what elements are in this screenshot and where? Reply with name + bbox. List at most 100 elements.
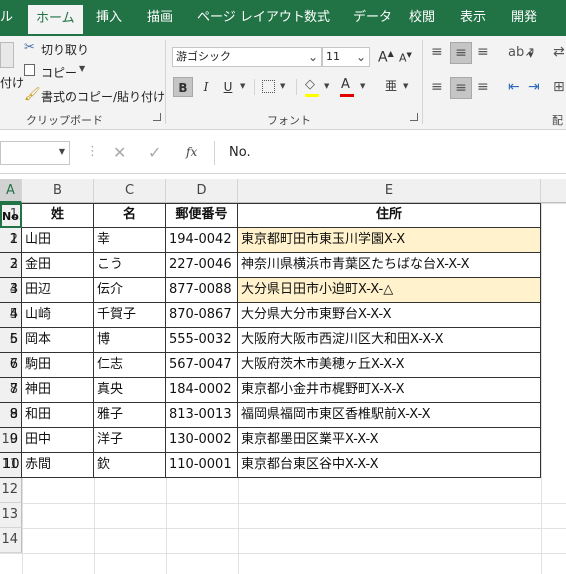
font-color-icon[interactable]: A	[341, 77, 350, 92]
italic-button[interactable]: I	[196, 77, 216, 97]
cell-sei[interactable]: 山崎	[22, 303, 94, 328]
cell-no[interactable]: 1	[0, 228, 22, 253]
align-middle-icon[interactable]: ≡	[450, 42, 472, 64]
tab-draw[interactable]: 描画	[147, 0, 173, 36]
cell-zip[interactable]: 813-0013	[166, 403, 238, 428]
cell-zip[interactable]: 567-0047	[166, 353, 238, 378]
cell-mei[interactable]: 真央	[94, 378, 166, 403]
cell-address[interactable]: 大分県大分市東野台X-X-X	[238, 303, 541, 328]
cell-mei[interactable]: 幸	[94, 228, 166, 253]
column-header-a[interactable]: A	[0, 179, 22, 203]
decrease-indent-icon[interactable]: ⇤	[508, 79, 520, 95]
cell-sei[interactable]: 赤間	[22, 453, 94, 478]
cell-no[interactable]: 5	[0, 328, 22, 353]
cell-no[interactable]: 2	[0, 253, 22, 278]
paste-button-label[interactable]: 付け	[0, 74, 24, 91]
tab-data[interactable]: データ	[353, 0, 392, 36]
cell-sei[interactable]: 駒田	[22, 353, 94, 378]
cell-sei[interactable]: 山田	[22, 228, 94, 253]
copy-dropdown-icon[interactable]: ▼	[79, 64, 85, 73]
cell-no[interactable]: 3	[0, 278, 22, 303]
paste-icon[interactable]	[0, 42, 14, 68]
cell-zip[interactable]: 870-0867	[166, 303, 238, 328]
cell-sei[interactable]: 神田	[22, 378, 94, 403]
fill-color-dropdown-icon[interactable]: ▼	[324, 82, 329, 90]
cell-mei[interactable]: 仁志	[94, 353, 166, 378]
cell-mei[interactable]: こう	[94, 253, 166, 278]
cell-zip[interactable]: 130-0002	[166, 428, 238, 453]
align-bottom-icon[interactable]: ≡	[477, 44, 489, 60]
cell-address-highlighted[interactable]: 東京都町田市東玉川学園X-X	[238, 228, 541, 253]
align-left-icon[interactable]: ≡	[431, 79, 443, 95]
cell-address[interactable]: 福岡県福岡市東区香椎駅前X-X-X	[238, 403, 541, 428]
phonetic-icon[interactable]: 亜	[385, 77, 397, 94]
cell-mei[interactable]: 洋子	[94, 428, 166, 453]
cell-address[interactable]: 東京都台東区谷中X-X-X	[238, 453, 541, 478]
cell-address[interactable]: 大阪府茨木市美穂ヶ丘X-X-X	[238, 353, 541, 378]
font-launcher-icon[interactable]	[410, 113, 418, 121]
header-cell-address[interactable]: 住所	[238, 203, 541, 228]
fill-color-icon[interactable]: ◇	[305, 77, 315, 92]
cell-no[interactable]: 8	[0, 403, 22, 428]
cell-sei[interactable]: 田辺	[22, 278, 94, 303]
merge-center-icon[interactable]: ⊞	[553, 79, 565, 95]
column-header-f[interactable]	[541, 179, 566, 203]
tab-view[interactable]: 表示	[460, 0, 486, 36]
formula-input[interactable]: No.	[214, 141, 566, 165]
phonetic-dropdown-icon[interactable]: ▼	[403, 82, 408, 90]
borders-icon[interactable]	[262, 80, 275, 93]
cell-sei[interactable]: 田中	[22, 428, 94, 453]
cell-address[interactable]: 神奈川県横浜市青葉区たちばな台X-X-X	[238, 253, 541, 278]
cell-sei[interactable]: 金田	[22, 253, 94, 278]
cell-mei[interactable]: 伝介	[94, 278, 166, 303]
cell-no[interactable]: 10	[0, 453, 22, 478]
cell-mei[interactable]: 雅子	[94, 403, 166, 428]
bold-button[interactable]: B	[173, 77, 193, 97]
wrap-text-icon[interactable]: ⇄	[553, 44, 565, 60]
clipboard-launcher-icon[interactable]	[153, 113, 161, 121]
cell-no[interactable]: 4	[0, 303, 22, 328]
tab-file-partial[interactable]: ル	[0, 0, 13, 36]
cell-no[interactable]: 9	[0, 428, 22, 453]
underline-button[interactable]: U	[218, 77, 238, 97]
cell-zip[interactable]: 555-0032	[166, 328, 238, 353]
cell-address[interactable]: 大阪府大阪市西淀川区大和田X-X-X	[238, 328, 541, 353]
tab-developer[interactable]: 開発	[511, 0, 537, 36]
row-header[interactable]: 12	[0, 478, 22, 503]
orientation-dropdown-icon[interactable]: ▼	[528, 51, 533, 59]
tab-page-layout[interactable]: ページ レイアウト	[197, 0, 305, 36]
font-color-dropdown-icon[interactable]: ▼	[360, 82, 365, 90]
column-header-d[interactable]: D	[166, 179, 238, 203]
cell-zip[interactable]: 194-0042	[166, 228, 238, 253]
cancel-icon[interactable]: ✕	[113, 143, 126, 162]
cell-zip[interactable]: 877-0088	[166, 278, 238, 303]
insert-function-icon[interactable]: fx	[186, 145, 197, 159]
cell-address[interactable]: 東京都墨田区業平X-X-X	[238, 428, 541, 453]
header-cell-sei[interactable]: 姓	[22, 203, 94, 228]
cell-mei[interactable]: 博	[94, 328, 166, 353]
worksheet-grid[interactable]: A B C D E 1 2 3 4 5 6 7 8 9 10 11 12 13 …	[0, 179, 566, 574]
shrink-font-icon[interactable]: A▼	[399, 51, 412, 65]
align-right-icon[interactable]: ≡	[477, 79, 489, 95]
increase-indent-icon[interactable]: ⇥	[528, 79, 540, 95]
cell-address[interactable]: 東京都小金井市梶野町X-X-X	[238, 378, 541, 403]
cell-no[interactable]: 7	[0, 378, 22, 403]
cell-sei[interactable]: 和田	[22, 403, 94, 428]
font-name-select[interactable]: 游ゴシック ⌄	[172, 47, 322, 67]
cut-button[interactable]: 切り取り	[41, 41, 89, 58]
cell-zip[interactable]: 110-0001	[166, 453, 238, 478]
align-top-icon[interactable]: ≡	[431, 44, 443, 60]
align-center-icon[interactable]: ≡	[450, 77, 472, 99]
header-cell-no[interactable]: No.	[0, 203, 22, 228]
cell-zip[interactable]: 184-0002	[166, 378, 238, 403]
enter-check-icon[interactable]: ✓	[148, 143, 161, 162]
cell-zip[interactable]: 227-0046	[166, 253, 238, 278]
grow-font-icon[interactable]: A▲	[378, 49, 394, 66]
tab-formulas[interactable]: 数式	[304, 0, 330, 36]
tab-review[interactable]: 校閲	[409, 0, 435, 36]
tab-insert[interactable]: 挿入	[96, 0, 122, 36]
font-size-select[interactable]: 11 ⌄	[322, 47, 370, 67]
format-painter-button[interactable]: 書式のコピー/貼り付け	[41, 88, 165, 105]
underline-dropdown-icon[interactable]: ▼	[240, 82, 245, 90]
row-header[interactable]: 14	[0, 528, 22, 553]
